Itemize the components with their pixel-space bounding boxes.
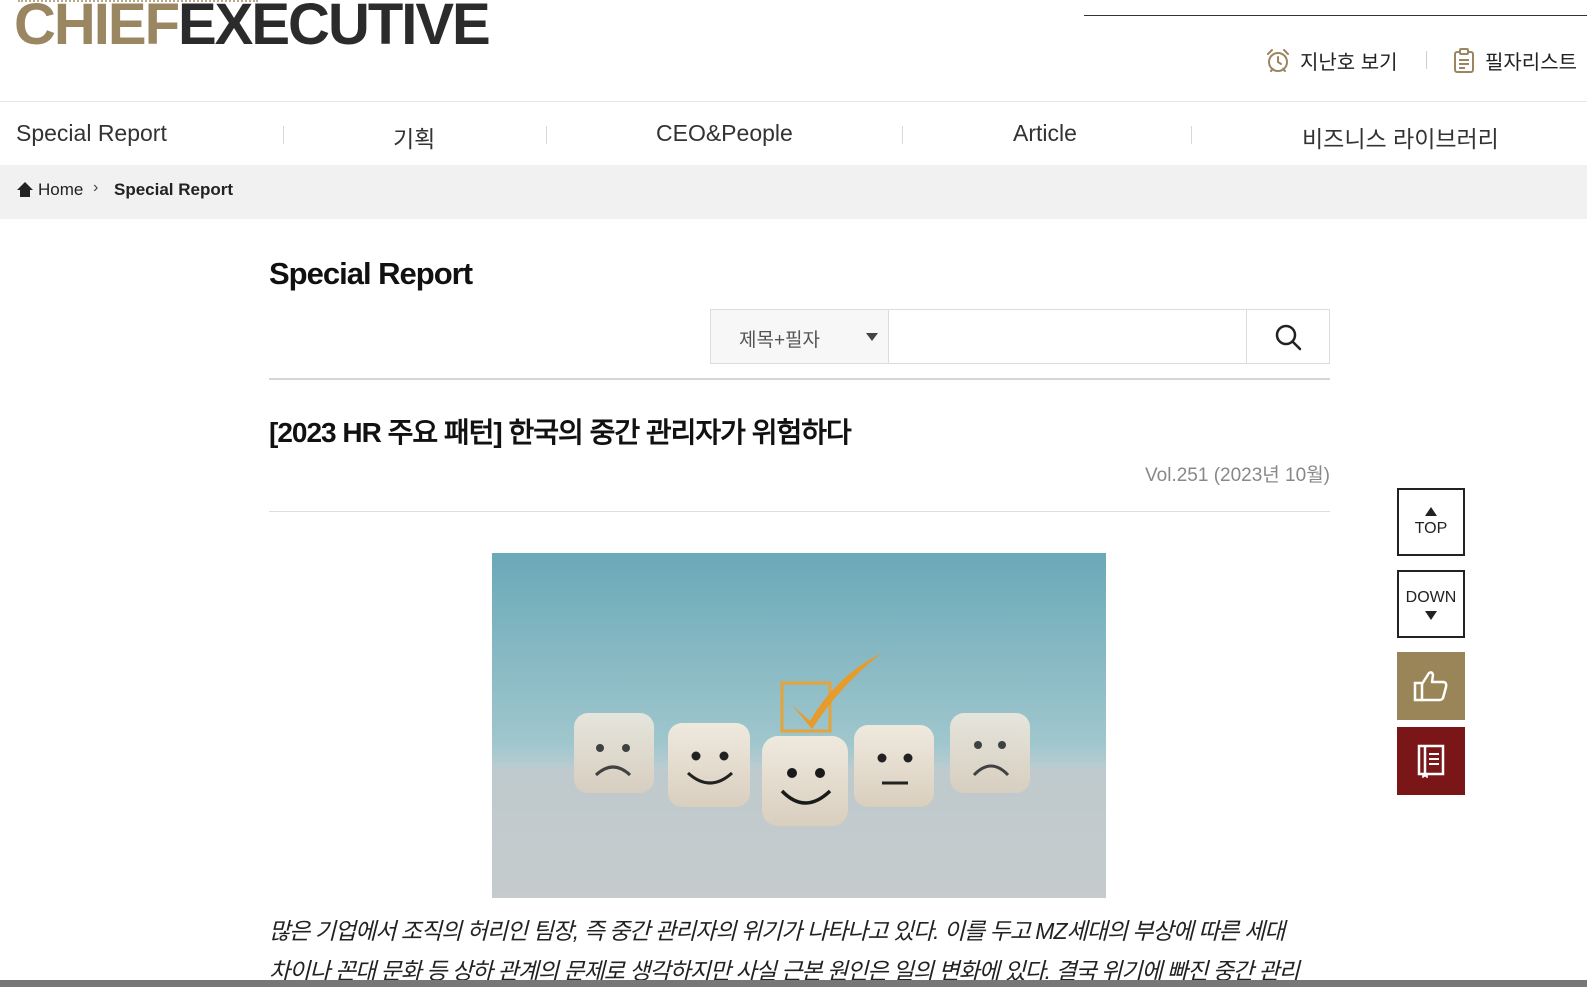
notebook-icon — [1417, 744, 1445, 778]
nav-item-ceo-people[interactable]: CEO&People — [656, 120, 793, 147]
arrow-down-icon — [1425, 610, 1437, 620]
alarm-clock-icon — [1267, 48, 1289, 72]
scroll-top-button[interactable]: TOP — [1397, 488, 1465, 556]
like-button[interactable] — [1397, 652, 1465, 720]
nav-item-business-library[interactable]: 비즈니스 라이브러리 — [1302, 120, 1499, 154]
section-divider — [269, 378, 1330, 380]
search-icon — [1275, 324, 1302, 350]
main-nav: Special Report 기획 CEO&People Article 비즈니… — [0, 101, 1587, 165]
article-divider — [269, 511, 1330, 512]
nav-item-planning[interactable]: 기획 — [393, 120, 435, 154]
breadcrumb: Home › Special Report — [0, 165, 1587, 219]
logo-executive: EXECUTIVE — [178, 0, 491, 57]
arrow-up-icon — [1425, 506, 1437, 516]
logo-chief: CHIEF — [14, 0, 180, 57]
header-top-rule — [1084, 15, 1587, 16]
lead-line: 많은 기업에서 조직의 허리인 팀장, 즉 중간 관리자의 위기가 나타나고 있… — [269, 918, 1285, 944]
search-button[interactable] — [1247, 310, 1329, 363]
breadcrumb-home[interactable]: Home — [38, 180, 83, 200]
window-bottom-edge — [0, 980, 1587, 987]
scroll-down-button[interactable]: DOWN — [1397, 570, 1465, 638]
article-volume: Vol.251 (2023년 10월) — [1145, 465, 1330, 486]
nav-item-article[interactable]: Article — [1013, 120, 1077, 147]
nav-divider — [902, 126, 903, 144]
bookmark-button[interactable] — [1397, 727, 1465, 795]
util-divider — [1426, 51, 1427, 69]
back-issues-label: 지난호 보기 — [1300, 52, 1398, 74]
article-lead: 많은 기업에서 조직의 허리인 팀장, 즉 중간 관리자의 위기가 나타나고 있… — [269, 911, 1330, 987]
breadcrumb-current: Special Report — [114, 180, 234, 199]
nav-divider — [1191, 126, 1192, 144]
article-title: [2023 HR 주요 패턴] 한국의 중간 관리자가 위험하다 — [269, 417, 852, 448]
search-scope-select[interactable]: 제목+필자 — [711, 310, 889, 363]
nav-divider — [283, 126, 284, 144]
caret-down-icon — [866, 333, 878, 341]
article-hero-image — [492, 553, 1106, 898]
site-logo[interactable]: CHIEFEXECUTIVE — [14, 0, 491, 57]
scroll-top-label: TOP — [1414, 519, 1448, 537]
nav-divider — [546, 126, 547, 144]
back-issues-link[interactable]: 지난호 보기 — [1266, 46, 1398, 75]
authors-list-label: 필자리스트 — [1485, 52, 1577, 74]
search-input[interactable] — [889, 310, 1247, 363]
authors-list-link[interactable]: 필자리스트 — [1453, 46, 1577, 75]
page-title: Special Report — [269, 256, 473, 291]
thumbs-up-icon — [1413, 671, 1448, 702]
nav-item-special-report[interactable]: Special Report — [16, 120, 167, 147]
clipboard-icon — [1454, 47, 1474, 73]
scroll-down-label: DOWN — [1405, 588, 1457, 606]
search-scope-value: 제목+필자 — [739, 330, 821, 351]
home-icon[interactable] — [16, 181, 34, 198]
breadcrumb-chevron-icon: › — [93, 179, 99, 196]
search-bar: 제목+필자 — [710, 309, 1330, 364]
